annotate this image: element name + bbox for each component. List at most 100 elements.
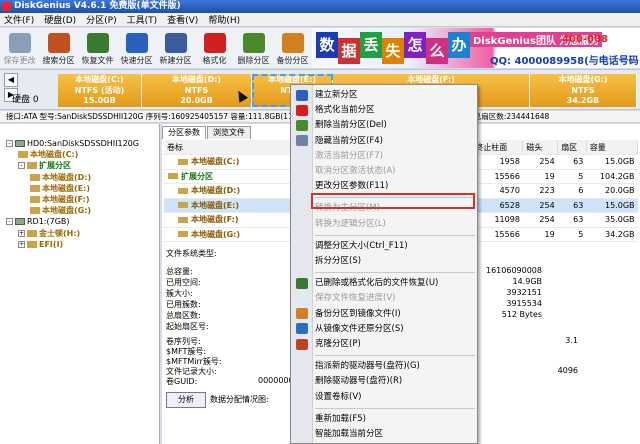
context-menu-item[interactable]: 智能加载当前分区 [315,427,383,441]
quick-partition-icon [125,33,148,53]
capacity-cell: 35.0GB [586,212,638,228]
head-cell: 254 [522,198,558,213]
column-header[interactable]: 卷标 [164,140,298,155]
partition-segment[interactable]: 本地磁盘(C:) NTFS (活动) 15.0GB [58,74,142,107]
end-cylinder-cell: 6528 [471,198,523,213]
toolbar-button-label: 备份分区 [276,56,309,65]
context-menu-item[interactable]: 删除驱动器号(盘符)(R) [315,374,402,388]
context-menu-item[interactable]: 取消分区激活状态(A) [315,164,395,178]
toolbar-button[interactable]: 新建分区 [156,28,195,68]
expander-icon[interactable]: - [18,162,25,170]
fs-value: 3.1 [565,336,578,345]
tree-node-label: RD1:(7GB) [27,217,70,227]
tab[interactable]: 分区参数 [162,126,206,139]
fs-label: 总容量: [166,267,193,276]
menu-item[interactable]: 硬盘(D) [44,13,76,26]
data-distribution-label: 数据分配情况图: [210,395,269,404]
toolbar-button[interactable]: 格式化 [195,28,234,68]
context-menu-item[interactable]: 克隆分区(P) [315,337,361,351]
delete-icon [242,33,265,53]
tree-node[interactable]: 本地磁盘(D:) [30,172,91,183]
partition-fs: NTFS [571,85,595,95]
context-menu-item[interactable]: 重新加载(F5) [315,412,366,426]
disk-prev-button[interactable]: ◀ [4,73,18,87]
column-header[interactable]: 磁头 [522,140,559,155]
context-menu-item[interactable]: 从镜像文件还原分区(S) [315,322,404,336]
toolbar-button[interactable]: 备份分区 [273,28,312,68]
search-icon [47,33,70,53]
expander-icon[interactable]: + [18,240,25,248]
sector-cell: 6 [557,183,587,199]
window-title: DiskGenius V4.6.1 免费版(单文件版) [14,1,181,11]
partition-name: 本地磁盘(G:) [558,75,608,84]
context-menu-item[interactable]: 格式化当前分区 [315,103,375,117]
context-menu: 建立新分区 格式化当前分区 删除当前分区(Del) 隐藏当前分区(F4) 激活当前分区(… [290,84,478,444]
column-header[interactable]: 终止柱面 [471,140,524,155]
menu-item[interactable]: 文件(F) [4,13,34,26]
sector-cell: 5 [557,227,587,242]
expander-icon[interactable]: - [6,218,13,226]
tree-node[interactable]: 本地磁盘(C:) [18,149,78,160]
toolbar-button-label: 格式化 [202,56,227,65]
partition-icon [178,216,188,223]
context-menu-item[interactable]: 更改分区参数(F11) [315,179,388,193]
context-menu-item[interactable]: 删除当前分区(Del) [315,118,387,132]
tree-node[interactable]: - 扩展分区 [18,160,71,171]
disk-label: 硬盘 0 [12,95,39,105]
tree-node-label: 本地磁盘(D:) [42,172,92,182]
backup-icon [281,33,304,53]
context-menu-item[interactable]: 保存文件恢复进度(V) [315,291,395,305]
analyze-button[interactable]: 分析 [166,392,206,408]
capacity-cell: 15.0GB [586,198,638,213]
row-label: 本地磁盘(E:) [191,200,239,210]
context-menu-item[interactable]: 调整分区大小(Ctrl_F11) [315,239,408,253]
tree-node[interactable]: - HD0:SanDiskSDSSDHII120G [6,138,139,149]
column-header[interactable]: 容量 [586,140,639,155]
context-menu-item[interactable]: 拆分分区(S) [315,254,361,268]
column-header[interactable]: 扇区 [557,140,587,155]
toolbar: 保存更改 搜索分区 恢复文件 快速分区 新建分区 格式化 删除分区 备份分区 [0,28,312,68]
context-menu-item[interactable]: 已删除或格式化后的文件恢复(U) [315,276,438,290]
toolbar-button[interactable]: 恢复文件 [78,28,117,68]
menu-item[interactable]: 帮助(H) [208,13,240,26]
tree-node[interactable]: 本地磁盘(F:) [30,194,90,205]
ad-banner[interactable]: DiskGenius团队 为您服务 400-008 QQ: 4000089958… [312,28,640,68]
menu-item[interactable]: 工具(T) [127,13,158,26]
row-label-cell: 本地磁盘(C:) [164,154,297,170]
end-cylinder-cell: 4570 [471,183,523,199]
end-cylinder-cell: 15566 [471,227,523,242]
tree-node-label: 本地磁盘(E:) [42,183,90,193]
context-menu-item[interactable]: 指派新的驱动器号(盘符)(G) [315,359,420,373]
fs-label: 卷GUID: [166,377,198,386]
context-menu-item[interactable]: 激活当前分区(F7) [315,149,383,163]
tab[interactable]: 浏览文件 [207,126,251,139]
tree-node[interactable]: 本地磁盘(G:) [30,205,91,216]
expander-icon[interactable]: + [18,229,25,237]
disk-tree[interactable]: - HD0:SanDiskSDSSDHII120G 本地磁盘(C:) - 扩展分区 本地磁… [0,124,160,444]
toolbar-button[interactable]: 删除分区 [234,28,273,68]
partition-icon [30,173,40,181]
head-cell: 223 [522,183,558,199]
head-cell: 19 [522,227,558,242]
context-menu-item[interactable]: 设置卷标(V) [315,390,361,404]
format-icon [296,104,308,116]
partition-segment[interactable]: 本地磁盘(G:) NTFS 34.2GB [530,74,637,107]
toolbar-button[interactable]: 搜索分区 [39,28,78,68]
menu-item[interactable]: 查看(V) [167,13,198,26]
tree-node-label: 金士顿(H:) [39,228,81,238]
context-menu-item[interactable]: 备份分区到镜像文件(I) [315,307,401,321]
banner-qq: QQ: 4000089958(与电话号码 [490,56,639,67]
toolbar-button[interactable]: 快速分区 [117,28,156,68]
context-menu-item[interactable]: 建立新分区 [315,88,358,102]
partition-segment[interactable]: 本地磁盘(D:) NTFS 20.0GB [142,74,252,107]
context-menu-item[interactable]: 隐藏当前分区(F4) [315,134,383,148]
context-menu-item[interactable]: 转换为逻辑分区(L) [315,217,386,231]
tree-node[interactable]: 本地磁盘(E:) [30,183,90,194]
menu-item[interactable]: 分区(P) [86,13,116,26]
tree-node[interactable]: - RD1:(7GB) [6,216,70,227]
toolbar-button[interactable]: 保存更改 [0,28,39,68]
expander-icon[interactable]: - [6,140,13,147]
tree-node[interactable]: + 金士顿(H:) [18,228,80,239]
tree-node[interactable]: + EFI(I) [18,239,63,250]
tree-node-label: EFI(I) [39,239,64,249]
